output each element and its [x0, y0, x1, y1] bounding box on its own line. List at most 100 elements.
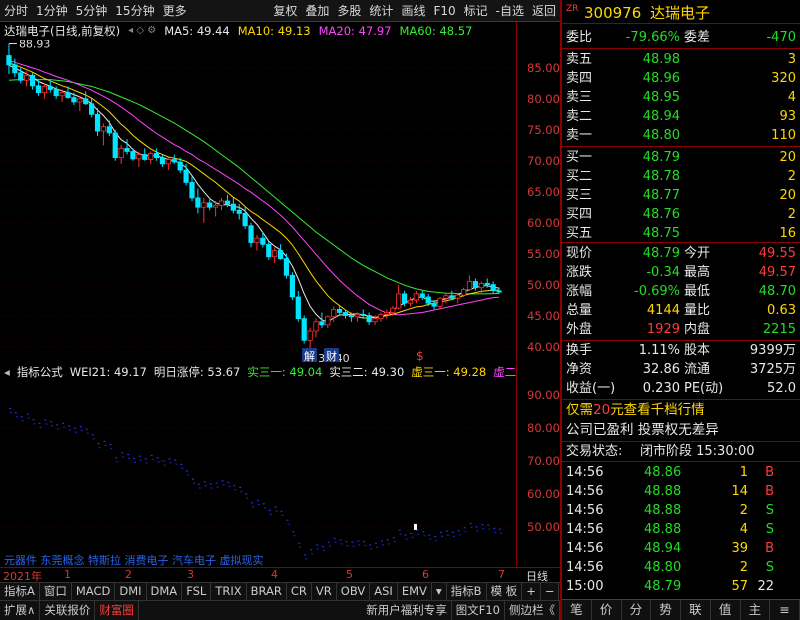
indicator-tab[interactable]: ▾	[432, 583, 447, 600]
indicator-tab[interactable]: EMV	[398, 583, 432, 600]
candle	[461, 289, 467, 296]
indicator-dot	[488, 528, 491, 530]
panel-nav-item[interactable]: ≡	[770, 600, 800, 620]
indicator-dot	[63, 426, 66, 428]
candle	[472, 281, 479, 289]
indicator-dot	[398, 529, 401, 531]
ask-level[interactable]: 卖一 48.80 110	[562, 126, 800, 145]
extension-tab[interactable]: 关联报价	[40, 601, 96, 620]
indicator-tab[interactable]: ASI	[370, 583, 398, 600]
tool-diejia[interactable]: 叠加	[301, 0, 333, 21]
tool-1min[interactable]: 1分钟	[32, 0, 72, 21]
tool-duogu[interactable]: 多股	[333, 0, 365, 21]
bid-level[interactable]: 买三 48.77 20	[562, 186, 800, 205]
ask-level[interactable]: 卖五 48.98 3	[562, 50, 800, 69]
indicator-dot	[234, 489, 237, 491]
panel-nav-item[interactable]: 分	[622, 600, 652, 620]
indicator-tab[interactable]: 指标A	[0, 583, 40, 600]
tool-f10[interactable]: F10	[429, 0, 459, 21]
indicator-tab[interactable]: −	[541, 583, 560, 600]
tool-5min[interactable]: 5分钟	[72, 0, 112, 21]
weicha-label: 委差	[684, 30, 711, 45]
indicator-tab[interactable]: DMA	[147, 583, 183, 600]
extension-tab[interactable]: 新用户福利专享	[362, 601, 452, 620]
panel-nav-item[interactable]: 价	[592, 600, 622, 620]
finance-marker[interactable]: 财	[326, 349, 337, 362]
indicator-tab[interactable]: FSL	[182, 583, 212, 600]
indicator-dot	[145, 462, 148, 464]
bid-level[interactable]: 买五 48.75 16	[562, 224, 800, 243]
tool-biaoji[interactable]: 标记	[460, 0, 492, 21]
indicator-tab[interactable]: BRAR	[247, 583, 287, 600]
indicator-tab[interactable]: CR	[287, 583, 312, 600]
indicator-chart[interactable]	[0, 382, 516, 566]
extension-tab[interactable]: 图文F10	[452, 601, 505, 620]
panel-nav-item[interactable]: 主	[741, 600, 771, 620]
indicator-tab[interactable]: 指标B	[447, 583, 487, 600]
indicator-menu-icon[interactable]: ◂	[4, 364, 10, 380]
tool-15min[interactable]: 15分钟	[111, 0, 158, 21]
indicator-dot	[493, 527, 496, 530]
price-tick: 45.00	[527, 308, 560, 323]
candle	[325, 316, 331, 326]
weicha-value: -470	[766, 30, 796, 45]
panel-nav-item[interactable]: 值	[711, 600, 741, 620]
candle	[449, 295, 455, 299]
month-label: 5	[346, 568, 353, 581]
indicator-tab[interactable]: MACD	[72, 583, 116, 600]
price-tick: 40.00	[527, 339, 560, 354]
tick-side: S	[765, 522, 774, 537]
panel-nav-item[interactable]: 笔	[562, 600, 592, 620]
tick-side: B	[765, 465, 774, 480]
indicator-dot	[138, 455, 141, 457]
bid-level[interactable]: 买二 48.78 2	[562, 167, 800, 186]
bid-level[interactable]: 买一 48.79 20	[562, 148, 800, 167]
ask-level[interactable]: 卖二 48.94 93	[562, 107, 800, 126]
indicator-dot	[209, 483, 212, 485]
extension-tab[interactable]: 财富圈	[95, 601, 139, 620]
indicator-dot	[410, 532, 413, 534]
month-label: 2	[125, 568, 132, 581]
indicator-dot	[157, 461, 160, 463]
extension-tab[interactable]: 扩展∧	[0, 601, 41, 620]
concept-tags[interactable]: 元器件 东莞概念 特斯拉 消费电子 汽车电子 虚拟现实	[4, 552, 263, 568]
indicator-tab[interactable]: 窗口	[40, 583, 72, 600]
indicator-dot	[339, 539, 342, 541]
indicator-tab[interactable]: TRIX	[211, 583, 247, 600]
stock-code[interactable]: 300976	[584, 2, 641, 24]
ask-level[interactable]: 卖三 48.95 4	[562, 88, 800, 107]
panel-nav-item[interactable]: 势	[651, 600, 681, 620]
tool-back[interactable]: 返回	[528, 0, 560, 21]
tool-zixuan[interactable]: -自选	[492, 0, 528, 21]
tool-huaxian[interactable]: 画线	[397, 0, 429, 21]
promo-banner[interactable]: 仅需20元查看千档行情	[562, 401, 800, 420]
candlestick-chart[interactable]: 88.9339.40解财$	[0, 40, 516, 362]
unlock-marker[interactable]: 解	[304, 349, 315, 362]
ask-volume: 3	[787, 52, 796, 67]
indicator-tab[interactable]: VR	[312, 583, 337, 600]
indicator-name[interactable]: 指标公式	[17, 364, 63, 380]
extension-tab[interactable]: 侧边栏《	[505, 601, 560, 620]
panel-nav: 笔价分势联值主 ≡	[562, 599, 800, 620]
indicator-dot	[20, 416, 23, 418]
stock-name[interactable]: 达瑞电子	[650, 2, 710, 24]
tool-tongji[interactable]: 统计	[365, 0, 397, 21]
indicator-dot	[26, 413, 29, 415]
tick-volume: 39	[731, 541, 748, 556]
dividend-marker[interactable]: $	[416, 349, 424, 362]
tool-fenshi[interactable]: 分时	[0, 0, 32, 21]
indicator-tab[interactable]: OBV	[337, 583, 371, 600]
tick-time: 14:56	[566, 560, 604, 575]
indicator-tab[interactable]: +	[522, 583, 541, 600]
tool-fuquan[interactable]: 复权	[269, 0, 301, 21]
fund-label: 股本	[684, 343, 711, 358]
ask-level[interactable]: 卖四 48.96 320	[562, 69, 800, 88]
bid-label: 买二	[566, 169, 593, 184]
indicator-dot	[316, 544, 318, 546]
indicator-tab[interactable]: DMI	[115, 583, 147, 600]
panel-nav-item[interactable]: 联	[681, 600, 711, 620]
indicator-tab[interactable]: 模 板	[487, 583, 523, 600]
bid-level[interactable]: 买四 48.76 2	[562, 205, 800, 224]
tool-more[interactable]: 更多	[159, 0, 191, 21]
window-buttons-icon[interactable]: ◂ ◇ ⚙	[128, 23, 156, 39]
